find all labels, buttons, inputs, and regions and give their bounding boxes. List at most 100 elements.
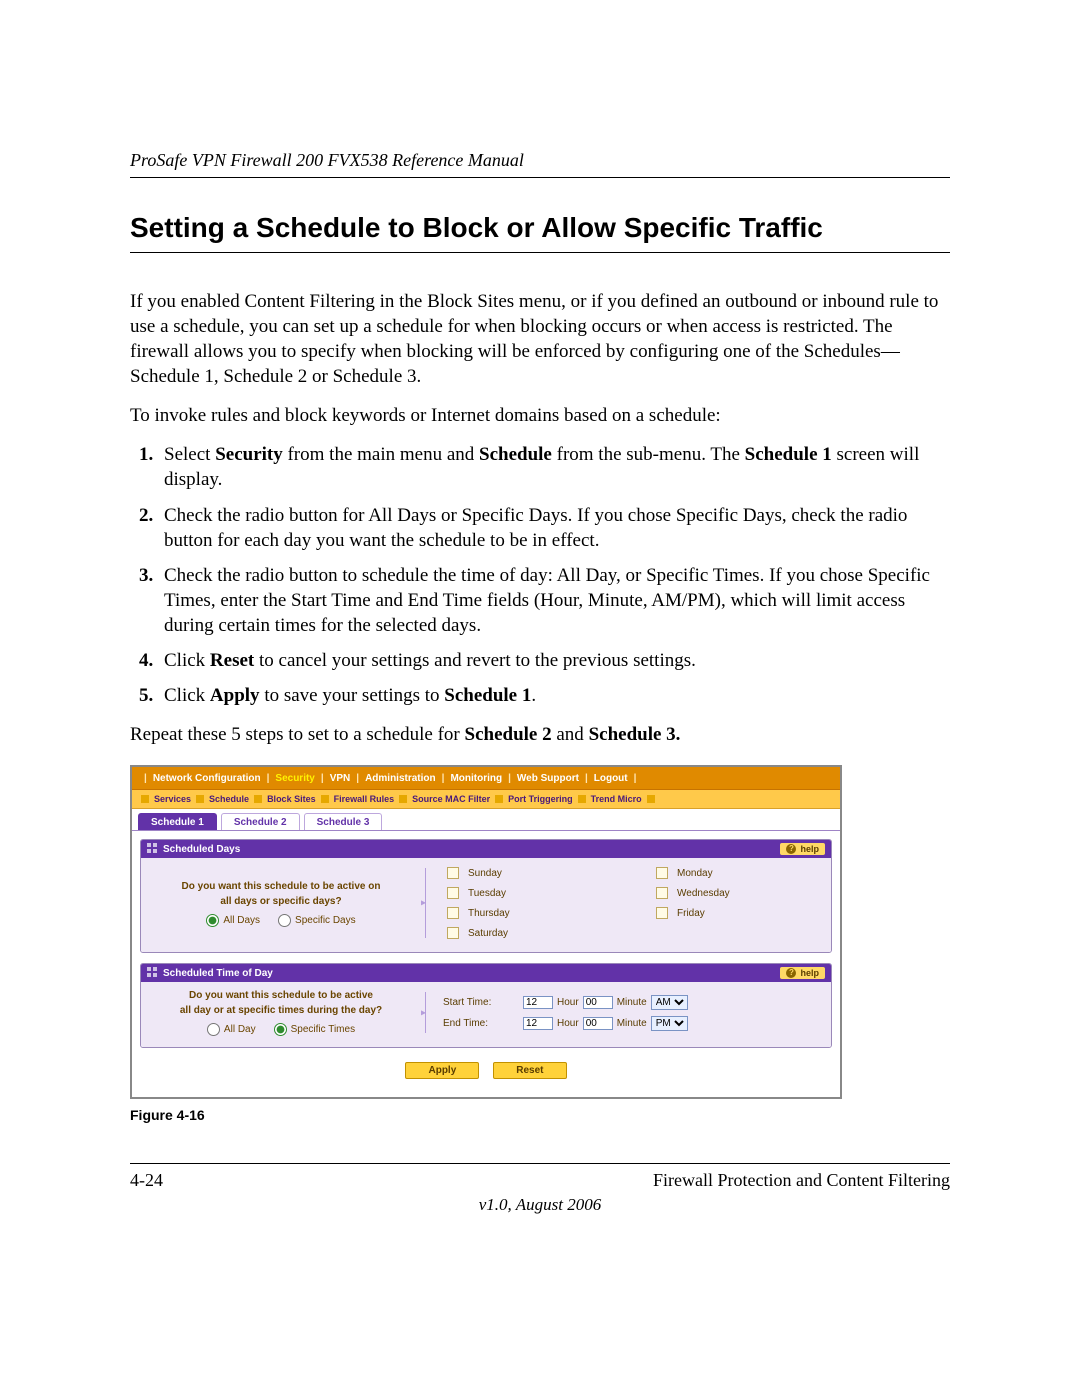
- intro-paragraph-1: If you enabled Content Filtering in the …: [130, 289, 950, 389]
- checkbox-wednesday[interactable]: Wednesday: [652, 884, 821, 902]
- checkbox-sunday[interactable]: Sunday: [443, 864, 612, 882]
- submenu-firewall-rules[interactable]: Firewall Rules: [334, 794, 395, 804]
- menu-logout[interactable]: Logout: [594, 773, 628, 784]
- submenu-bullet-icon: [254, 795, 262, 803]
- checkbox-monday[interactable]: Monday: [652, 864, 821, 882]
- tab-schedule-2[interactable]: Schedule 2: [221, 813, 300, 830]
- repeat-text2: and: [552, 724, 589, 745]
- step-1-bold-schedule1: Schedule 1: [745, 444, 832, 465]
- time-prompt-line1: Do you want this schedule to be active: [151, 988, 411, 1003]
- help-link[interactable]: help: [780, 967, 825, 979]
- panel-time-title: Scheduled Time of Day: [147, 967, 273, 979]
- hour-label: Hour: [557, 1018, 579, 1029]
- checkbox-sunday-input[interactable]: [447, 867, 459, 879]
- checkbox-friday-input[interactable]: [656, 907, 668, 919]
- submenu-block-sites[interactable]: Block Sites: [267, 794, 316, 804]
- tab-schedule-1[interactable]: Schedule 1: [138, 813, 217, 830]
- start-minute-input[interactable]: [583, 996, 613, 1009]
- radio-all-days-input[interactable]: [206, 914, 219, 927]
- menu-web-support[interactable]: Web Support: [517, 773, 579, 784]
- step-4-text: Click: [164, 650, 210, 671]
- radio-specific-days-input[interactable]: [278, 914, 291, 927]
- brace-icon: [421, 864, 433, 942]
- days-prompt-line1: Do you want this schedule to be active o…: [151, 879, 411, 894]
- submenu-port-triggering[interactable]: Port Triggering: [508, 794, 573, 804]
- figure-caption: Figure 4-16: [130, 1107, 950, 1123]
- menu-network-configuration[interactable]: Network Configuration: [153, 773, 261, 784]
- start-time-label: Start Time:: [443, 997, 523, 1008]
- help-link[interactable]: help: [780, 843, 825, 855]
- repeat-bold-schedule2: Schedule 2: [465, 724, 552, 745]
- checkbox-sunday-label: Sunday: [468, 868, 502, 879]
- radio-specific-days[interactable]: Specific Days: [278, 913, 356, 928]
- submenu-bullet-icon: [321, 795, 329, 803]
- checkbox-friday[interactable]: Friday: [652, 904, 821, 922]
- menu-monitoring[interactable]: Monitoring: [450, 773, 502, 784]
- radio-specific-times-label: Specific Times: [291, 1022, 355, 1037]
- menu-security[interactable]: Security: [275, 773, 314, 784]
- repeat-bold-schedule3: Schedule 3.: [589, 724, 681, 745]
- step-1-text3: from the sub-menu. The: [552, 444, 745, 465]
- radio-all-day[interactable]: All Day: [207, 1022, 256, 1037]
- radio-all-day-input[interactable]: [207, 1023, 220, 1036]
- reset-button[interactable]: Reset: [493, 1062, 566, 1079]
- submenu-services[interactable]: Services: [154, 794, 191, 804]
- checkbox-thursday-label: Thursday: [468, 908, 510, 919]
- days-prompt: Do you want this schedule to be active o…: [151, 879, 411, 928]
- running-head: ProSafe VPN Firewall 200 FVX538 Referenc…: [130, 150, 950, 178]
- end-minute-input[interactable]: [583, 1017, 613, 1030]
- checkbox-wednesday-label: Wednesday: [677, 888, 730, 899]
- checkbox-tuesday-label: Tuesday: [468, 888, 506, 899]
- step-2: Check the radio button for All Days or S…: [158, 503, 950, 553]
- submenu-trend-micro[interactable]: Trend Micro: [591, 794, 642, 804]
- menu-vpn[interactable]: VPN: [330, 773, 351, 784]
- checkbox-saturday-input[interactable]: [447, 927, 459, 939]
- radio-specific-times-input[interactable]: [274, 1023, 287, 1036]
- end-ampm-select[interactable]: PM: [651, 1016, 688, 1031]
- checkbox-wednesday-input[interactable]: [656, 887, 668, 899]
- panel-scheduled-time: Scheduled Time of Day help Do you want t…: [140, 963, 832, 1048]
- section-title: Setting a Schedule to Block or Allow Spe…: [130, 212, 950, 253]
- checkbox-tuesday[interactable]: Tuesday: [443, 884, 612, 902]
- menu-administration[interactable]: Administration: [365, 773, 436, 784]
- panel-days-title: Scheduled Days: [147, 843, 240, 855]
- schedule-tabs: Schedule 1 Schedule 2 Schedule 3: [132, 809, 840, 831]
- minute-label: Minute: [617, 1018, 647, 1029]
- step-4: Click Reset to cancel your settings and …: [158, 648, 950, 673]
- grid-icon: [147, 843, 157, 853]
- time-prompt: Do you want this schedule to be active a…: [151, 988, 411, 1037]
- radio-all-days-label: All Days: [223, 913, 260, 928]
- menu-sep-icon: |: [261, 773, 276, 784]
- hour-label: Hour: [557, 997, 579, 1008]
- chapter-title: Firewall Protection and Content Filterin…: [653, 1170, 950, 1191]
- checkbox-tuesday-input[interactable]: [447, 887, 459, 899]
- intro-paragraph-2: To invoke rules and block keywords or In…: [130, 403, 950, 428]
- step-1: Select Security from the main menu and S…: [158, 442, 950, 492]
- submenu-bullet-icon: [495, 795, 503, 803]
- apply-button[interactable]: Apply: [405, 1062, 479, 1079]
- end-time-label: End Time:: [443, 1018, 523, 1029]
- checkbox-monday-input[interactable]: [656, 867, 668, 879]
- submenu-schedule[interactable]: Schedule: [209, 794, 249, 804]
- radio-specific-days-label: Specific Days: [295, 913, 356, 928]
- step-5-text2: to save your settings to: [260, 685, 445, 706]
- step-3: Check the radio button to schedule the t…: [158, 563, 950, 638]
- submenu-source-mac-filter[interactable]: Source MAC Filter: [412, 794, 490, 804]
- step-5-text3: .: [531, 685, 536, 706]
- checkbox-saturday[interactable]: Saturday: [443, 924, 612, 942]
- submenu-bullet-icon: [141, 795, 149, 803]
- checkbox-thursday[interactable]: Thursday: [443, 904, 612, 922]
- step-4-bold-reset: Reset: [210, 650, 254, 671]
- brace-icon: [421, 988, 433, 1037]
- radio-specific-times[interactable]: Specific Times: [274, 1022, 355, 1037]
- menu-sep-icon: |: [138, 773, 153, 784]
- end-hour-input[interactable]: [523, 1017, 553, 1030]
- steps-list: Select Security from the main menu and S…: [130, 442, 950, 708]
- start-hour-input[interactable]: [523, 996, 553, 1009]
- checkbox-thursday-input[interactable]: [447, 907, 459, 919]
- repeat-note: Repeat these 5 steps to set to a schedul…: [130, 722, 950, 747]
- tab-schedule-3[interactable]: Schedule 3: [304, 813, 383, 830]
- start-ampm-select[interactable]: AM: [651, 995, 688, 1010]
- step-5: Click Apply to save your settings to Sch…: [158, 683, 950, 708]
- radio-all-days[interactable]: All Days: [206, 913, 260, 928]
